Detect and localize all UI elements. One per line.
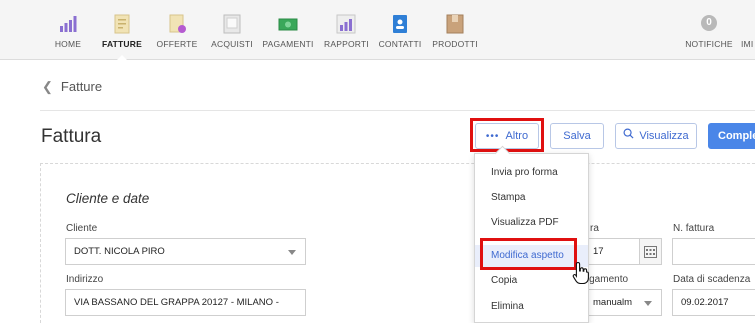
nav-item-prodotti[interactable]: PRODOTTI bbox=[432, 0, 478, 60]
nav-item-contatti[interactable]: CONTATTI bbox=[378, 0, 422, 60]
nav-label: HOME bbox=[54, 39, 82, 49]
offer-icon bbox=[167, 14, 187, 34]
nav-item-home[interactable]: HOME bbox=[50, 0, 86, 60]
indirizzo-field[interactable]: VIA BASSANO DEL GRAPPA 20127 - MILANO - bbox=[65, 289, 306, 316]
contact-book-icon bbox=[390, 14, 410, 34]
invoice-icon bbox=[112, 14, 132, 34]
nav-label: RAPPORTI bbox=[324, 39, 369, 49]
nfattura-label: N. fattura bbox=[673, 223, 715, 234]
more-button-label: Altro bbox=[505, 130, 529, 142]
nav-label: NOTIFICHE bbox=[685, 39, 733, 49]
divider bbox=[40, 110, 755, 111]
nav-item-truncated[interactable]: IMI bbox=[741, 0, 755, 60]
menu-item-stampa[interactable]: Stampa bbox=[475, 187, 588, 209]
nav-label: CONTATTI bbox=[378, 39, 422, 49]
preview-button-label: Visualizza bbox=[639, 130, 689, 142]
preview-button[interactable]: Visualizza bbox=[615, 123, 697, 149]
more-button[interactable]: ••• Altro bbox=[475, 123, 539, 149]
chevron-down-icon bbox=[288, 250, 296, 255]
chevron-left-icon: ❮ bbox=[42, 79, 53, 94]
calendar-icon bbox=[644, 245, 657, 263]
nav-label: ACQUISTI bbox=[211, 39, 253, 49]
more-dropdown-menu: Invia pro forma Stampa Visualizza PDF Mo… bbox=[474, 153, 589, 323]
pagamento-select[interactable]: manualm bbox=[584, 289, 662, 316]
nav-item-notifiche[interactable]: 0 NOTIFICHE bbox=[684, 0, 734, 60]
complete-button[interactable]: Complet bbox=[708, 123, 755, 149]
product-box-icon bbox=[445, 14, 465, 34]
nav-label: OFFERTE bbox=[156, 39, 198, 49]
nav-label: PRODOTTI bbox=[432, 39, 478, 49]
search-icon bbox=[623, 124, 634, 148]
menu-item-elimina[interactable]: Elimina bbox=[475, 296, 588, 318]
data-label: ra bbox=[590, 223, 599, 234]
report-icon bbox=[336, 14, 356, 34]
nav-item-fatture[interactable]: FATTURE bbox=[100, 0, 144, 60]
nav-item-acquisti[interactable]: ACQUISTI bbox=[209, 0, 255, 60]
menu-item-visualizza-pdf[interactable]: Visualizza PDF bbox=[475, 212, 588, 234]
save-button-label: Salva bbox=[563, 130, 591, 142]
scadenza-field[interactable]: 09.02.2017 bbox=[672, 289, 755, 316]
menu-item-invia-pro-forma[interactable]: Invia pro forma bbox=[475, 162, 588, 184]
nav-label: IMI bbox=[741, 39, 754, 49]
pagamento-value: manualm bbox=[593, 297, 633, 308]
page-title: Fattura bbox=[41, 126, 102, 147]
cliente-value: DOTT. NICOLA PIRO bbox=[74, 246, 165, 257]
indirizzo-value: VIA BASSANO DEL GRAPPA 20127 - MILANO - bbox=[74, 297, 279, 308]
banknote-icon bbox=[278, 14, 298, 34]
section-title: Cliente e date bbox=[66, 191, 150, 206]
breadcrumb-label: Fatture bbox=[60, 79, 103, 94]
indirizzo-label: Indirizzo bbox=[66, 274, 104, 285]
data-value: 17 bbox=[593, 246, 604, 257]
nav-label: PAGAMENTI bbox=[262, 39, 314, 49]
breadcrumb-back-link[interactable]: ❮ Fatture bbox=[42, 79, 102, 95]
nfattura-field[interactable] bbox=[672, 238, 755, 265]
nav-item-offerte[interactable]: OFFERTE bbox=[156, 0, 198, 60]
more-dots-icon: ••• bbox=[485, 131, 500, 142]
scadenza-value: 09.02.2017 bbox=[681, 297, 729, 308]
calendar-button[interactable] bbox=[639, 239, 661, 264]
cliente-select[interactable]: DOTT. NICOLA PIRO bbox=[65, 238, 306, 265]
cliente-label: Cliente bbox=[66, 223, 98, 234]
nav-label: FATTURE bbox=[102, 39, 142, 49]
complete-button-label: Complet bbox=[718, 130, 755, 142]
purchase-icon bbox=[222, 14, 242, 34]
notification-count-badge: 0 bbox=[701, 15, 717, 31]
scadenza-label: Data di scadenza bbox=[673, 274, 751, 285]
bar-chart-icon bbox=[58, 14, 78, 34]
save-button[interactable]: Salva bbox=[550, 123, 604, 149]
nav-item-rapporti[interactable]: RAPPORTI bbox=[324, 0, 369, 60]
chevron-down-icon bbox=[644, 301, 652, 306]
top-navigation: HOME FATTURE OFFERTE ACQUISTI PAGAMENTI … bbox=[0, 0, 755, 60]
nav-item-pagamenti[interactable]: PAGAMENTI bbox=[262, 0, 314, 60]
hand-cursor-icon bbox=[572, 261, 590, 285]
